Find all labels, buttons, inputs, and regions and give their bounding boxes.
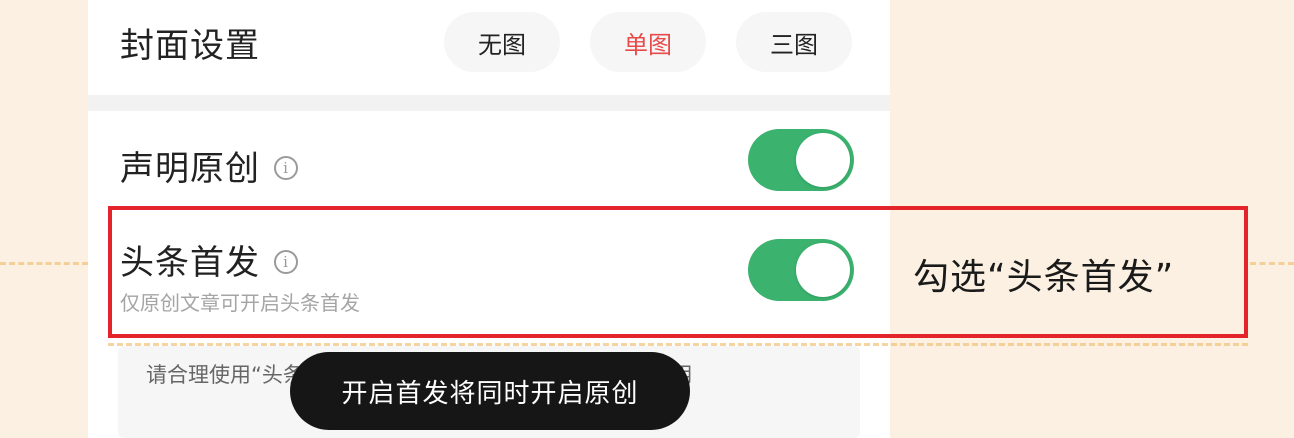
toast-message: 开启首发将同时开启原创	[290, 352, 690, 430]
decorative-dashed-line	[1250, 262, 1294, 265]
decorative-dashed-line	[0, 262, 88, 265]
declare-original-row: 声明原创 i	[88, 111, 890, 207]
declare-original-label-text: 声明原创	[120, 149, 260, 189]
cover-settings-row: 封面设置 无图 单图 三图	[88, 0, 890, 95]
declare-original-label: 声明原创 i	[120, 141, 298, 190]
section-divider	[88, 95, 890, 111]
toggle-knob	[796, 133, 850, 187]
declare-original-toggle[interactable]	[748, 129, 854, 191]
info-circle-icon[interactable]: i	[274, 155, 298, 180]
annotation-text: 勾选“头条首发”	[913, 257, 1175, 298]
cover-option-single[interactable]: 单图	[590, 12, 706, 72]
cover-option-none[interactable]: 无图	[444, 12, 560, 72]
cover-settings-title: 封面设置	[120, 26, 260, 66]
cover-option-three[interactable]: 三图	[736, 12, 852, 72]
